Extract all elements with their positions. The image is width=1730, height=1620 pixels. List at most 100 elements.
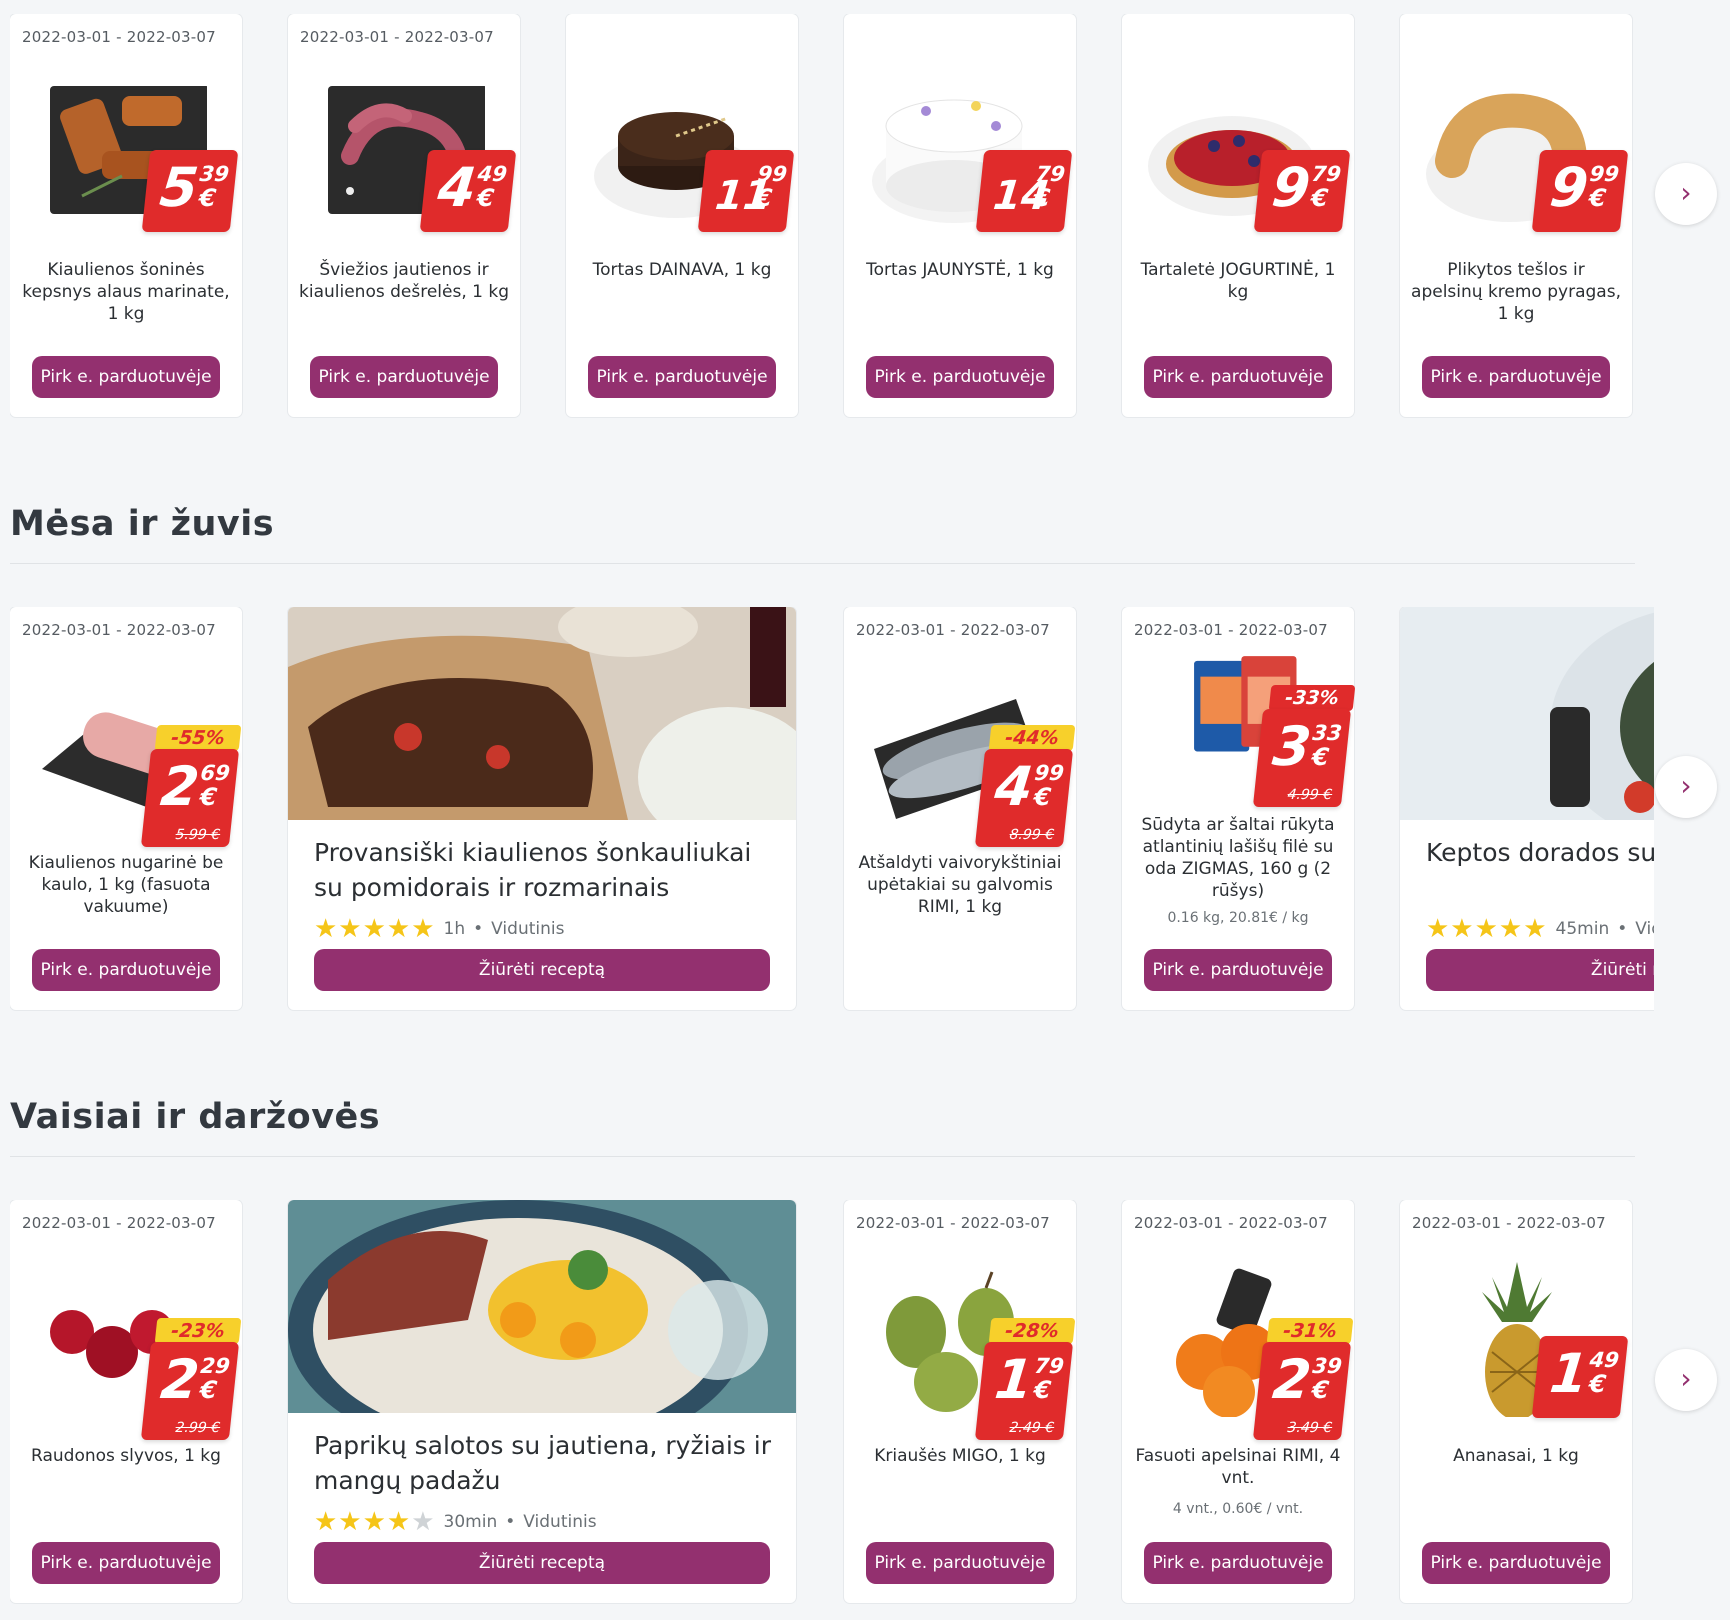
product-name: Kiaulienos nugarinė be kaulo, 1 kg (fasu… — [28, 853, 224, 917]
product-card[interactable]: 2022-03-01 - 2022-03-07 -44% 4 99 € 8.99… — [844, 607, 1076, 1010]
product-name: Šviežios jautienos ir kiaulienos dešrelė… — [299, 260, 509, 302]
buy-online-button[interactable]: Pirk e. parduotuvėje — [866, 356, 1054, 398]
promo-dates: 2022-03-01 - 2022-03-07 — [1412, 1214, 1606, 1232]
price-cents: 69 — [199, 761, 232, 785]
price-currency: € — [197, 184, 218, 212]
product-name: Sūdyta ar šaltai rūkyta atlantinių lašiš… — [1141, 815, 1335, 901]
recipe-card[interactable]: Paprikų salotos su jautiena, ryžiais ir … — [288, 1200, 796, 1603]
buy-online-button[interactable]: Pirk e. parduotuvėje — [32, 949, 220, 991]
price-integer: 1 — [1547, 1342, 1592, 1405]
section-title: Mėsa ir žuvis — [10, 504, 275, 544]
price-currency: € — [1031, 184, 1052, 212]
recipe-card[interactable]: Provansiški kiaulienos šonkauliukai su p… — [288, 607, 796, 1010]
recipe-time: 30min — [443, 1512, 498, 1532]
price-currency: € — [198, 1376, 219, 1404]
product-name: Tortas JAUNYSTĖ, 1 kg — [866, 260, 1054, 280]
buy-online-button[interactable]: Pirk e. parduotuvėje — [1144, 1542, 1332, 1584]
price-integer: 2 — [1269, 1348, 1315, 1411]
recipe-title: Paprikų salotos su jautiena, ryžiais ir … — [314, 1431, 772, 1495]
product-card[interactable]: 14 79 € Tortas JAUNYSTĖ, 1 kg Pirk e. pa… — [844, 14, 1076, 417]
price-cents: 99 — [1033, 761, 1066, 785]
product-card[interactable]: 2022-03-01 - 2022-03-07 -33% 3 33 € 4.99… — [1122, 607, 1356, 1010]
meta-separator: • — [505, 1512, 516, 1532]
product-name: Kiaulienos šoninės kepsnys alaus marinat… — [22, 260, 230, 324]
product-card[interactable]: 2022-03-01 - 2022-03-07 -31% 2 39 € 3.49… — [1122, 1200, 1354, 1603]
carousel-next-button[interactable]: › — [1655, 163, 1717, 225]
product-carousel-fruit-veg: 2022-03-01 - 2022-03-07 -23% 2 29 € 2.99… — [10, 1200, 1654, 1605]
buy-online-button[interactable]: Pirk e. parduotuvėje — [1144, 356, 1332, 398]
discount-badge: -23% — [154, 1318, 242, 1344]
price-tag: 14 79 € — [975, 150, 1073, 232]
chevron-right-icon: › — [1680, 1362, 1692, 1395]
product-card[interactable]: 2022-03-01 - 2022-03-07 1 49 € Ananasai,… — [1400, 1200, 1632, 1603]
recipe-card[interactable]: Keptos dorados su pomidorais ★★★★★ 45min… — [1400, 607, 1654, 1010]
discount-badge: -28% — [988, 1318, 1076, 1344]
product-card[interactable]: 9 99 € Plikytos tešlos ir apelsinų kremo… — [1400, 14, 1632, 417]
product-name: Plikytos tešlos ir apelsinų kremo pyraga… — [1411, 260, 1621, 324]
product-name: Raudonos slyvos, 1 kg — [31, 1446, 221, 1466]
price-currency: € — [1309, 184, 1330, 212]
recipe-image — [288, 607, 796, 820]
recipe-level: Vidutinis — [491, 919, 565, 939]
price-cents: 39 — [1311, 1354, 1344, 1378]
view-recipe-button[interactable]: Žiūrėti receptą — [314, 949, 770, 991]
old-price: 8.99 € — [1008, 827, 1055, 843]
view-recipe-button[interactable]: Žiūrėti receptą — [314, 1542, 770, 1584]
price-cents: 39 — [198, 162, 231, 186]
old-price: 3.49 € — [1286, 1420, 1333, 1436]
price-cents: 33 — [1311, 721, 1344, 745]
price-tag: 11 99 € — [697, 150, 795, 232]
product-card[interactable]: 2022-03-01 - 2022-03-07 -28% 1 79 € 2.49… — [844, 1200, 1076, 1603]
recipe-meta: ★★★★★ 1h • Vidutinis — [314, 914, 564, 944]
price-tag: 2 39 € 3.49 € — [1252, 1342, 1352, 1440]
recipe-level: Vidutinis — [1635, 919, 1654, 939]
price-tag: 2 29 € 2.99 € — [140, 1342, 240, 1440]
buy-online-button[interactable]: Pirk e. parduotuvėje — [32, 356, 220, 398]
product-card[interactable]: 11 99 € Tortas DAINAVA, 1 kg Pirk e. par… — [566, 14, 798, 417]
product-carousel-meat-fish: 2022-03-01 - 2022-03-07 -55% 2 69 € 5.99… — [10, 607, 1654, 1012]
recipe-level: Vidutinis — [523, 1512, 597, 1532]
promo-dates: 2022-03-01 - 2022-03-07 — [1134, 621, 1328, 639]
buy-online-button[interactable]: Pirk e. parduotuvėje — [588, 356, 776, 398]
price-cents: 49 — [1588, 1348, 1621, 1372]
price-currency: € — [1587, 184, 1608, 212]
product-card[interactable]: 9 79 € Tartaletė JOGURTINĖ, 1 kg Pirk e.… — [1122, 14, 1354, 417]
product-card[interactable]: 2022-03-01 - 2022-03-07 5 39 € Kiaulieno… — [10, 14, 242, 417]
product-card[interactable]: 2022-03-01 - 2022-03-07 -55% 2 69 € 5.99… — [10, 607, 242, 1010]
product-card[interactable]: 2022-03-01 - 2022-03-07 -23% 2 29 € 2.99… — [10, 1200, 242, 1603]
price-currency: € — [198, 783, 219, 811]
price-tag: 4 49 € — [419, 150, 517, 232]
price-integer: 3 — [1269, 715, 1315, 778]
chevron-right-icon: › — [1680, 769, 1692, 802]
buy-online-button[interactable]: Pirk e. parduotuvėje — [1422, 356, 1610, 398]
recipe-title: Provansiški kiaulienos šonkauliukai su p… — [314, 838, 752, 902]
product-carousel-top: 2022-03-01 - 2022-03-07 5 39 € Kiaulieno… — [10, 14, 1654, 419]
buy-online-button[interactable]: Pirk e. parduotuvėje — [310, 356, 498, 398]
unit-price: 0.16 kg, 20.81€ / kg — [1167, 910, 1309, 926]
buy-online-button[interactable]: Pirk e. parduotuvėje — [1422, 1542, 1610, 1584]
promo-dates: 2022-03-01 - 2022-03-07 — [1134, 1214, 1328, 1232]
buy-online-button[interactable]: Pirk e. parduotuvėje — [866, 1542, 1054, 1584]
buy-online-button[interactable]: Pirk e. parduotuvėje — [1144, 949, 1332, 991]
carousel-next-button[interactable]: › — [1655, 756, 1717, 818]
view-recipe-button[interactable]: Žiūrėti receptą — [1426, 949, 1654, 991]
product-card[interactable]: 2022-03-01 - 2022-03-07 4 49 € Šviežios … — [288, 14, 520, 417]
old-price: 2.99 € — [174, 1420, 221, 1436]
discount-badge: -55% — [154, 725, 242, 751]
meta-separator: • — [473, 919, 484, 939]
buy-online-button[interactable]: Pirk e. parduotuvėje — [32, 1542, 220, 1584]
recipe-time: 45min — [1555, 919, 1610, 939]
price-currency: € — [1587, 1370, 1608, 1398]
section-title: Vaisiai ir daržovės — [10, 1097, 381, 1137]
promo-dates: 2022-03-01 - 2022-03-07 — [856, 621, 1050, 639]
meta-separator: • — [1617, 919, 1628, 939]
price-integer: 5 — [157, 156, 202, 219]
price-currency: € — [475, 184, 496, 212]
carousel-next-button[interactable]: › — [1655, 1349, 1717, 1411]
price-tag: 2 69 € 5.99 € — [140, 749, 240, 847]
price-integer: 4 — [991, 755, 1037, 818]
price-integer: 2 — [157, 1348, 203, 1411]
unit-price: 4 vnt., 0.60€ / vnt. — [1172, 1501, 1304, 1517]
price-tag: 3 33 € 4.99 € — [1252, 709, 1352, 807]
recipe-meta: ★★★★★ 45min • Vidutinis — [1426, 914, 1654, 944]
